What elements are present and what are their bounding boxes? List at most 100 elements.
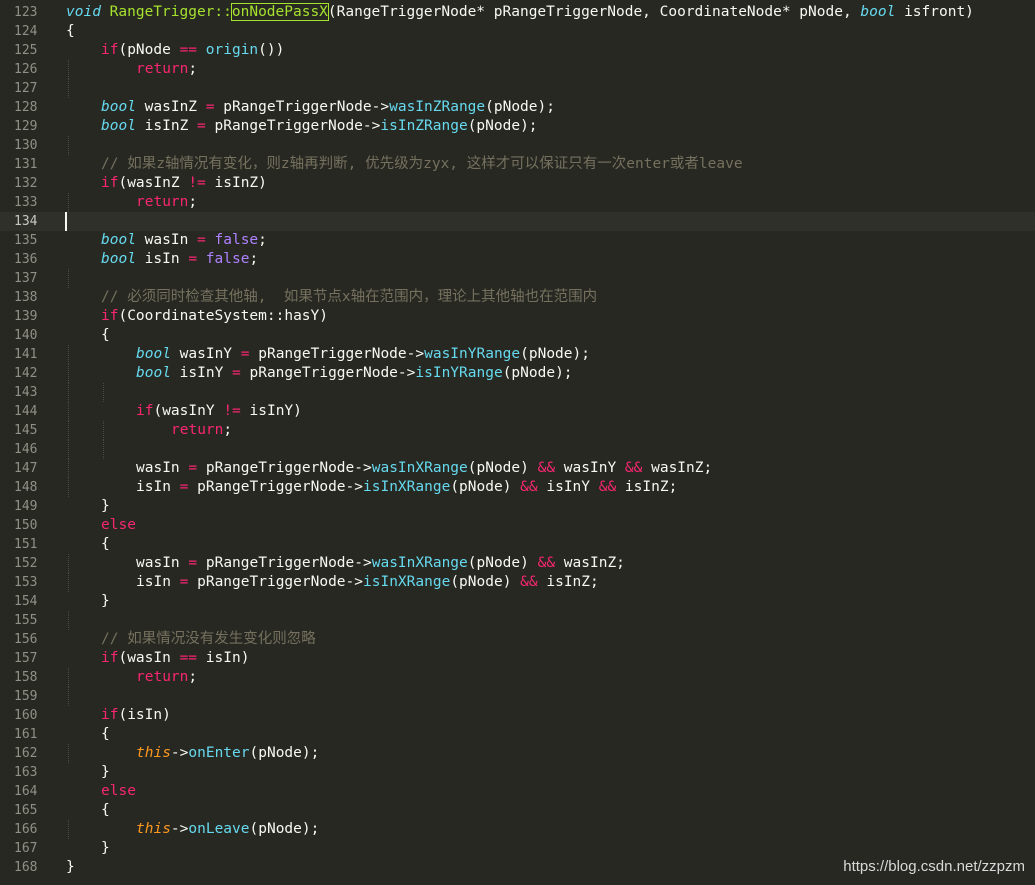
code-token: == <box>179 42 198 58</box>
indent-guide <box>68 60 69 79</box>
code-token: this <box>136 745 171 761</box>
code-line[interactable]: 129 bool isInZ = pRangeTriggerNode->isInZ… <box>0 117 1035 136</box>
code-line[interactable]: 136 bool isIn = false; <box>0 250 1035 269</box>
code-line[interactable]: 148 isIn = pRangeTriggerNode->isInXRange(… <box>0 478 1035 497</box>
code-token: if <box>101 650 119 666</box>
line-number: 147 <box>14 461 38 476</box>
code-token: isIn <box>136 479 180 495</box>
code-comment: // 如果情况没有发生变化则忽略 <box>101 631 316 647</box>
code-token: (pNode); <box>520 346 590 362</box>
code-line[interactable]: 133 return; <box>0 193 1035 212</box>
code-line[interactable]: 152 wasIn = pRangeTriggerNode->wasInXRang… <box>0 554 1035 573</box>
code-line[interactable]: 140 { <box>0 326 1035 345</box>
code-line[interactable]: 147 wasIn = pRangeTriggerNode->wasInXRang… <box>0 459 1035 478</box>
code-line[interactable]: 138 // 必须同时检查其他轴, 如果节点x轴在范围内，理论上其他轴也在范围内 <box>0 288 1035 307</box>
code-token: wasInY <box>170 346 241 362</box>
code-token: if <box>136 403 154 419</box>
code-token: (CoordinateSystem::hasY) <box>118 308 328 324</box>
line-number: 127 <box>14 81 38 96</box>
code-token: pRangeTriggerNode-> <box>197 555 372 571</box>
code-token: = <box>197 118 206 134</box>
code-token: (pNode) <box>467 460 538 476</box>
code-token: isInYRange <box>415 365 503 381</box>
code-token: && <box>624 460 643 476</box>
code-line[interactable]: 165 { <box>0 801 1035 820</box>
code-line[interactable]: 154} <box>0 592 1035 611</box>
code-token: = <box>188 460 198 476</box>
code-token: isInXRange <box>363 479 451 495</box>
code-token: isInY <box>537 479 599 495</box>
indent-guide <box>68 402 69 421</box>
code-token: && <box>537 555 556 571</box>
code-line[interactable]: 137 <box>0 269 1035 288</box>
code-token: { <box>101 536 110 552</box>
indent-guide <box>68 79 69 98</box>
line-number: 168 <box>14 860 38 875</box>
code-line[interactable]: 131 // 如果z轴情况有变化，则z轴再判断, 优先级为zyx, 这样才可以保证… <box>0 155 1035 174</box>
code-line[interactable]: 123 void RangeTrigger::onNodePassX(RangeT… <box>0 3 1035 22</box>
code-token: isInZ; <box>537 574 599 590</box>
code-token: pRangeTriggerNode-> <box>214 99 390 115</box>
code-token: ; <box>258 232 267 248</box>
code-line[interactable]: 157 if(wasIn == isIn) <box>0 649 1035 668</box>
code-line[interactable]: 132 if(wasInZ != isInZ) <box>0 174 1035 193</box>
code-line[interactable]: 159 <box>0 687 1035 706</box>
code-line[interactable]: 142 bool isInY = pRangeTriggerNode->isInY… <box>0 364 1035 383</box>
code-text: if(isIn) <box>101 706 171 725</box>
code-line[interactable]: 126 return; <box>0 60 1035 79</box>
code-text: if(wasInY != isInY) <box>136 402 302 421</box>
code-line[interactable]: 164 else <box>0 782 1035 801</box>
code-line[interactable]: 155 <box>0 611 1035 630</box>
code-token: -> <box>170 745 189 761</box>
code-line[interactable]: 127 <box>0 79 1035 98</box>
code-token: { <box>66 23 75 39</box>
indent-guide <box>68 440 69 459</box>
code-token: isInY) <box>240 403 302 419</box>
code-token: wasInXRange <box>371 555 468 571</box>
code-line[interactable]: 145 return; <box>0 421 1035 440</box>
code-text: bool wasInY = pRangeTriggerNode->wasInYR… <box>136 345 590 364</box>
code-token: (isIn) <box>118 707 171 723</box>
code-token: wasInZ <box>135 99 206 115</box>
code-line[interactable]: 125 if(pNode == origin()) <box>0 41 1035 60</box>
code-token: pRangeTriggerNode-> <box>240 365 416 381</box>
code-line[interactable]: 149} <box>0 497 1035 516</box>
code-line[interactable]: 161 { <box>0 725 1035 744</box>
code-token: (pNode) <box>450 574 521 590</box>
code-line[interactable]: 143 <box>0 383 1035 402</box>
code-line[interactable]: 150 else <box>0 516 1035 535</box>
code-line[interactable]: 166 this->onLeave(pNode); <box>0 820 1035 839</box>
code-token: bool <box>860 4 896 20</box>
indent-guide <box>68 554 69 573</box>
code-line[interactable]: 134 <box>0 212 1035 231</box>
indent-guide <box>68 744 69 763</box>
code-line[interactable]: 135 bool wasIn = false; <box>0 231 1035 250</box>
code-token: if <box>101 308 119 324</box>
code-token: bool <box>101 99 136 115</box>
code-line[interactable]: 141 bool wasInY = pRangeTriggerNode->wasI… <box>0 345 1035 364</box>
code-line[interactable]: 124 { <box>0 22 1035 41</box>
line-number: 148 <box>14 480 38 495</box>
code-token: (RangeTriggerNode* pRangeTriggerNode, Co… <box>327 4 861 20</box>
code-line[interactable]: 130 <box>0 136 1035 155</box>
code-token: -> <box>170 821 189 837</box>
code-text: if(wasInZ != isInZ) <box>101 174 267 193</box>
code-editor[interactable]: 123 void RangeTrigger::onNodePassX(RangeT… <box>0 0 1035 885</box>
code-text: wasIn = pRangeTriggerNode->wasInXRange(p… <box>136 459 712 478</box>
code-line[interactable]: 139 if(CoordinateSystem::hasY) <box>0 307 1035 326</box>
code-line[interactable]: 146 <box>0 440 1035 459</box>
line-number: 126 <box>14 62 38 77</box>
code-line[interactable]: 160 if(isIn) <box>0 706 1035 725</box>
code-line[interactable]: 153 isIn = pRangeTriggerNode->isInXRange(… <box>0 573 1035 592</box>
code-line[interactable]: 156 // 如果情况没有发生变化则忽略 <box>0 630 1035 649</box>
code-line[interactable]: 163} <box>0 763 1035 782</box>
code-line[interactable]: 144 if(wasInY != isInY) <box>0 402 1035 421</box>
line-number: 165 <box>14 803 38 818</box>
code-line[interactable]: 158 return; <box>0 668 1035 687</box>
code-line[interactable]: 128 bool wasInZ = pRangeTriggerNode->wasI… <box>0 98 1035 117</box>
code-line[interactable]: 167} <box>0 839 1035 858</box>
code-line[interactable]: 151 { <box>0 535 1035 554</box>
line-number: 163 <box>14 765 38 780</box>
code-token: return <box>136 61 189 77</box>
code-line[interactable]: 162 this->onEnter(pNode); <box>0 744 1035 763</box>
